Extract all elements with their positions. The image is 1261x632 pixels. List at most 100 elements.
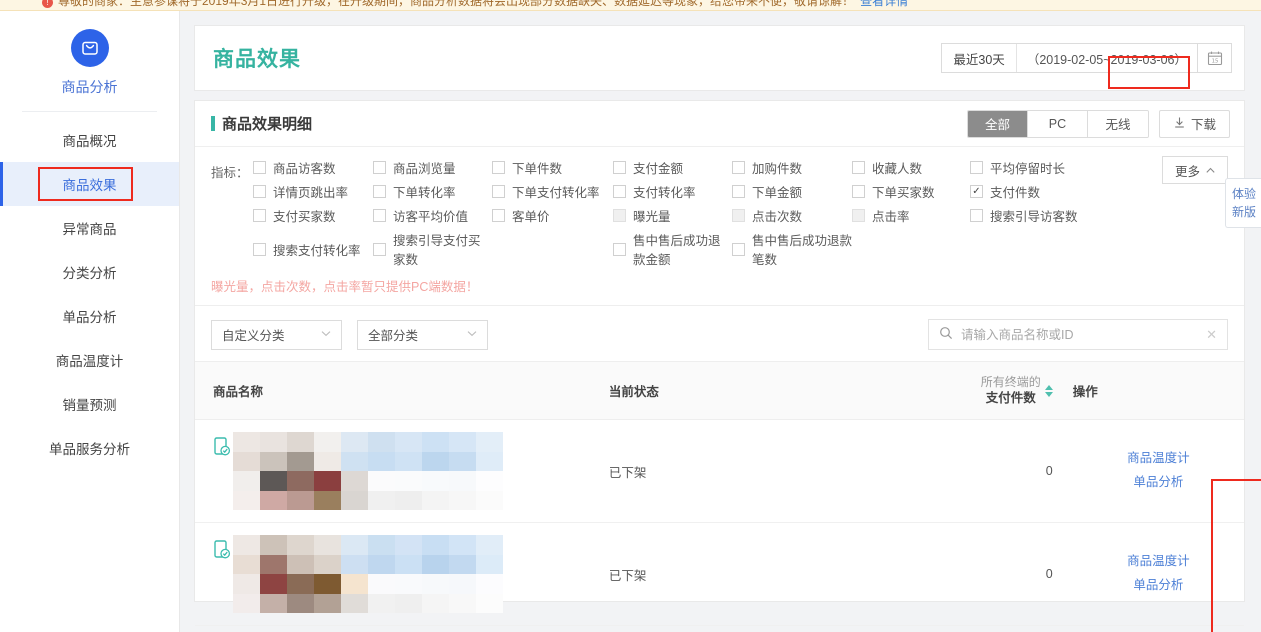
- checkbox-icon[interactable]: [492, 209, 505, 222]
- checkbox-icon[interactable]: [373, 209, 386, 222]
- checkbox-icon[interactable]: [492, 185, 505, 198]
- metric-checkbox-12[interactable]: 下单买家数: [852, 182, 970, 201]
- checkbox-icon[interactable]: [732, 243, 745, 256]
- checkbox-icon[interactable]: [253, 185, 266, 198]
- checkbox-icon[interactable]: [732, 209, 745, 222]
- metric-checkbox-20[interactable]: 搜索引导访客数: [970, 206, 1090, 225]
- checkbox-icon[interactable]: [613, 161, 626, 174]
- metric-checkbox-15[interactable]: 访客平均价值: [373, 206, 492, 225]
- section-title: 商品效果明细: [211, 113, 312, 134]
- sidebar-item-thermometer[interactable]: 商品温度计: [0, 338, 179, 382]
- date-range-control[interactable]: 最近30天 （2019-02-05~2019-03-06）: [941, 43, 1198, 73]
- checkbox-icon[interactable]: [970, 209, 983, 222]
- metric-checkbox-11[interactable]: 下单金额: [732, 182, 852, 201]
- checkbox-icon[interactable]: [852, 185, 865, 198]
- notice-link[interactable]: 查看详情: [860, 0, 908, 9]
- redacted-pixel: [341, 555, 368, 575]
- metric-checkbox-6[interactable]: 平均停留时长: [970, 158, 1090, 177]
- metric-checkbox-14[interactable]: 支付买家数: [253, 206, 373, 225]
- close-icon[interactable]: ✕: [1206, 327, 1217, 343]
- category-select[interactable]: 全部分类: [357, 320, 488, 350]
- metric-checkbox-0[interactable]: 商品访客数: [253, 158, 373, 177]
- download-icon: [1173, 116, 1186, 132]
- tab-all[interactable]: 全部: [968, 111, 1028, 137]
- action-link[interactable]: 单品分析: [1073, 574, 1244, 598]
- redacted-pixel: [260, 432, 287, 452]
- checkbox-icon[interactable]: [852, 209, 865, 222]
- metric-checkbox-1[interactable]: 商品浏览量: [373, 158, 492, 177]
- metric-checkbox-17[interactable]: 曝光量: [613, 206, 732, 225]
- checkbox-icon[interactable]: [373, 243, 386, 256]
- metric-checkbox-9[interactable]: 下单支付转化率: [492, 182, 613, 201]
- column-header-paid-qty[interactable]: 所有终端的 支付件数: [901, 362, 1072, 420]
- sidebar-item-service-analysis[interactable]: 单品服务分析: [0, 426, 179, 470]
- wireless-icon: [213, 436, 231, 458]
- redacted-pixel: [368, 594, 395, 614]
- checkbox-icon[interactable]: [732, 185, 745, 198]
- redacted-pixel: [422, 471, 449, 491]
- table-head: 商品名称 当前状态 所有终端的 支付件数 操作: [195, 362, 1244, 420]
- sort-icon[interactable]: [1045, 385, 1053, 397]
- search-input[interactable]: [961, 328, 1198, 342]
- redacted-pixel: [368, 555, 395, 575]
- redacted-pixel: [287, 555, 314, 575]
- metrics-more-button[interactable]: 更多: [1162, 156, 1228, 184]
- action-link[interactable]: 商品温度计: [1073, 550, 1244, 574]
- checkbox-icon[interactable]: [253, 209, 266, 222]
- checkbox-icon[interactable]: [613, 185, 626, 198]
- redacted-pixel: [314, 452, 341, 472]
- metric-checkbox-22[interactable]: 搜索引导支付买家数: [373, 230, 492, 268]
- checkbox-icon[interactable]: [492, 161, 505, 174]
- download-button[interactable]: 下载: [1159, 110, 1230, 138]
- redacted-pixel: [341, 471, 368, 491]
- redacted-pixel: [314, 594, 341, 614]
- metric-checkbox-13[interactable]: ✓支付件数: [970, 182, 1090, 201]
- checkbox-icon[interactable]: [732, 161, 745, 174]
- metric-checkbox-8[interactable]: 下单转化率: [373, 182, 492, 201]
- checkbox-icon[interactable]: [613, 209, 626, 222]
- metric-checkbox-10[interactable]: 支付转化率: [613, 182, 732, 201]
- redacted-pixel: [422, 535, 449, 555]
- checkbox-icon[interactable]: [373, 161, 386, 174]
- metric-checkbox-18[interactable]: 点击次数: [732, 206, 852, 225]
- redacted-pixel: [233, 555, 260, 575]
- sidebar-item-overview[interactable]: 商品概况: [0, 118, 179, 162]
- search-box[interactable]: ✕: [928, 319, 1228, 350]
- date-preset-button[interactable]: 最近30天: [942, 44, 1016, 72]
- checkbox-icon[interactable]: [373, 185, 386, 198]
- action-link[interactable]: 商品温度计: [1073, 447, 1244, 471]
- sidebar-item-label: 单品服务分析: [49, 438, 130, 458]
- metric-checkbox-25[interactable]: 售中售后成功退款笔数: [732, 230, 852, 268]
- metric-checkbox-19[interactable]: 点击率: [852, 206, 970, 225]
- checkbox-icon[interactable]: [253, 243, 266, 256]
- sidebar-item-single-product[interactable]: 单品分析: [0, 294, 179, 338]
- sidebar-item-category[interactable]: 分类分析: [0, 250, 179, 294]
- calendar-icon[interactable]: 15: [1198, 43, 1232, 73]
- action-link[interactable]: 单品分析: [1073, 471, 1244, 495]
- checkbox-icon[interactable]: [253, 161, 266, 174]
- category-type-select[interactable]: 自定义分类: [211, 320, 342, 350]
- sidebar-brand: 商品分析: [0, 29, 179, 111]
- checkbox-icon[interactable]: ✓: [970, 185, 983, 198]
- sidebar-item-abnormal[interactable]: 异常商品: [0, 206, 179, 250]
- checkbox-icon[interactable]: [970, 161, 983, 174]
- redacted-pixel: [287, 491, 314, 511]
- metric-checkbox-3[interactable]: 支付金额: [613, 158, 732, 177]
- metric-checkbox-7[interactable]: 详情页跳出率: [253, 182, 373, 201]
- redacted-pixel: [287, 452, 314, 472]
- sidebar-item-effect[interactable]: 商品效果: [0, 162, 179, 206]
- metric-checkbox-21[interactable]: 搜索支付转化率: [253, 230, 373, 268]
- metric-checkbox-4[interactable]: 加购件数: [732, 158, 852, 177]
- new-version-side-tab[interactable]: 体验 新版: [1225, 178, 1261, 228]
- tab-wireless[interactable]: 无线: [1088, 111, 1148, 137]
- metric-checkbox-2[interactable]: 下单件数: [492, 158, 613, 177]
- checkbox-icon[interactable]: [852, 161, 865, 174]
- tab-pc[interactable]: PC: [1028, 111, 1088, 137]
- metric-checkbox-5[interactable]: 收藏人数: [852, 158, 970, 177]
- terminal-tab-group: 全部 PC 无线: [967, 110, 1149, 138]
- sidebar-item-sales-forecast[interactable]: 销量预测: [0, 382, 179, 426]
- redacted-pixel: [476, 555, 503, 575]
- metric-checkbox-16[interactable]: 客单价: [492, 206, 613, 225]
- checkbox-icon[interactable]: [613, 243, 626, 256]
- metric-checkbox-24[interactable]: 售中售后成功退款金额: [613, 230, 732, 268]
